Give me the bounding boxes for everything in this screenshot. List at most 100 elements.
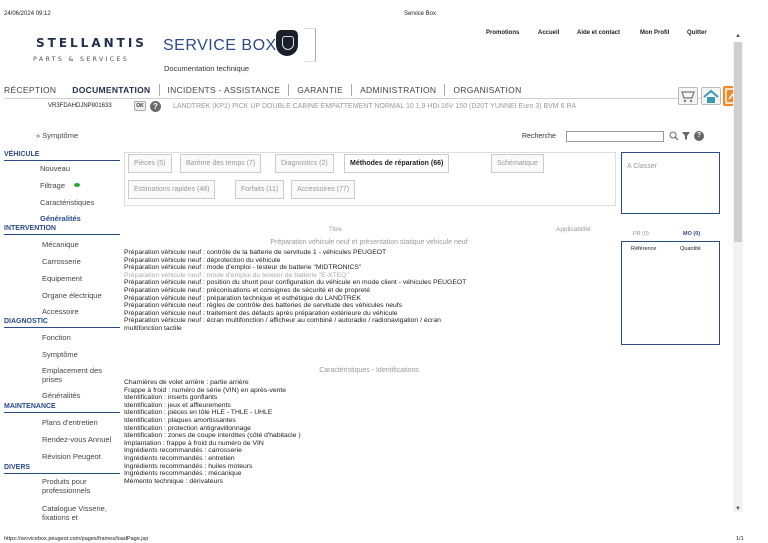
repair-method-link[interactable]: Préparation véhicule neuf : traitement d… xyxy=(124,310,398,317)
sidebar-item-accessoire[interactable]: Accessoire xyxy=(42,307,122,316)
search-icon[interactable] xyxy=(669,131,679,141)
top-link-accueil[interactable]: Accueil xyxy=(538,30,559,36)
sidebar-item-fonction[interactable]: Fonction xyxy=(42,333,122,342)
identification-link[interactable]: Identification : jeux et affleurements xyxy=(124,402,231,409)
sidebar-section-divers: DIVERS xyxy=(4,464,121,474)
section-title-preparation: Préparation véhicule neuf et présentatio… xyxy=(270,239,468,246)
logo-bracket xyxy=(304,28,316,62)
top-link-quitter[interactable]: Quitter xyxy=(687,30,707,36)
sidebar-item-caracteristiques[interactable]: Caractéristiques xyxy=(40,198,120,207)
peugeot-lion-logo xyxy=(276,30,298,56)
sidebar-section-vehicule: VÉHICULE xyxy=(4,151,122,161)
repair-method-link[interactable]: Préparation véhicule neuf : mode d'emplo… xyxy=(124,272,349,279)
vehicle-description: LANDTREK (KP1) PICK UP DOUBLE CABINE EMP… xyxy=(173,103,577,110)
tab-forfaits[interactable]: Forfaits (11) xyxy=(235,180,285,199)
main-nav: RÉCEPTION DOCUMENTATION INCIDENTS - ASSI… xyxy=(4,83,530,97)
sidebar-item-revision[interactable]: Révision Peugeot xyxy=(42,452,122,461)
help-circle-icon[interactable]: ? xyxy=(694,131,704,141)
identification-link[interactable]: Identification : inserts gonflants xyxy=(124,394,217,401)
sidebar-item-plans-entretien[interactable]: Plans d'entretien xyxy=(42,418,122,427)
sidebar-item-mecanique[interactable]: Mécanique xyxy=(42,240,122,249)
identification-link[interactable]: Ingrédients recommandés : entretien xyxy=(124,455,235,462)
identification-link[interactable]: Charnières de volet arrière : partie arr… xyxy=(124,379,249,386)
repair-method-link[interactable]: Préparation véhicule neuf : écran multif… xyxy=(124,317,441,324)
tab-schematique[interactable]: Schématique xyxy=(491,154,544,173)
basket-panel xyxy=(621,241,720,345)
tab-accessoires[interactable]: Accessoires (77) xyxy=(291,180,356,199)
service-box-subtitle: Documentation technique xyxy=(164,64,250,73)
identification-link[interactable]: Mémento technique : dérivateurs xyxy=(124,478,223,485)
sidebar-section-maintenance: MAINTENANCE xyxy=(4,403,120,413)
filtrage-status-dot xyxy=(74,183,80,187)
repair-method-link[interactable]: Préparation véhicule neuf : déprotection… xyxy=(124,257,280,264)
nav-garantie[interactable]: GARANTIE xyxy=(289,85,351,95)
top-link-promotions[interactable]: Promotions xyxy=(486,30,519,36)
search-input[interactable] xyxy=(566,131,664,142)
ok-button[interactable]: OK xyxy=(134,101,146,111)
footer-page-number: 1/1 xyxy=(736,536,744,542)
column-applicabilite: Applicabilité xyxy=(556,226,591,233)
help-icon[interactable]: ? xyxy=(150,101,161,112)
sidebar-item-nouveau[interactable]: Nouveau xyxy=(40,164,120,173)
scroll-up-arrow[interactable]: ▲ xyxy=(734,33,742,39)
sidebar-item-generalites-diag[interactable]: Généralités xyxy=(42,391,122,400)
identification-link[interactable]: Implantation : frappe à froid du numéro … xyxy=(124,440,264,447)
repair-method-link[interactable]: Préparation véhicule neuf : position du … xyxy=(124,279,466,286)
home-icon[interactable] xyxy=(701,87,721,105)
identification-link[interactable]: Identification : zones de coupe interdit… xyxy=(124,432,301,439)
scroll-down-arrow[interactable]: ▼ xyxy=(734,506,742,512)
top-link-aide[interactable]: Aide et contact xyxy=(577,30,620,36)
sidebar-item-carrosserie[interactable]: Carrosserie xyxy=(42,257,122,266)
nav-documentation[interactable]: DOCUMENTATION xyxy=(64,85,158,95)
identification-link[interactable]: Identification : pièces en tôle HLE - TH… xyxy=(124,409,272,416)
a-classer-title: A Classer xyxy=(627,163,657,170)
sidebar-item-symptome[interactable]: Symptôme xyxy=(42,350,122,359)
sidebar-item-rendez-vous[interactable]: Rendez-vous Annuel xyxy=(42,435,122,444)
service-box-title: SERVICE BOX xyxy=(163,37,277,54)
sidebar-item-produits[interactable]: Produits pour professionnels xyxy=(42,477,118,495)
nav-reception[interactable]: RÉCEPTION xyxy=(4,85,64,95)
top-link-profil[interactable]: Mon Profil xyxy=(640,30,669,36)
repair-method-link[interactable]: Préparation véhicule neuf : mode d'emplo… xyxy=(124,264,361,271)
repair-method-link[interactable]: Préparation véhicule neuf : contrôle de … xyxy=(124,249,386,256)
print-datetime: 24/06/2024 09:12 xyxy=(4,11,51,17)
sidebar-item-catalogue[interactable]: Catalogue Visserie, fixations et xyxy=(42,504,124,522)
identification-link[interactable]: Ingrédients recommandés : huiles moteurs xyxy=(124,463,252,470)
col-reference: Référence xyxy=(631,246,657,252)
nav-organisation[interactable]: ORGANISATION xyxy=(445,85,529,95)
column-titre: Titre xyxy=(329,226,342,233)
repair-method-link[interactable]: Préparation véhicule neuf : règles de co… xyxy=(124,302,402,309)
symptome-link-label: Symptôme xyxy=(42,131,79,140)
tab-pieces[interactable]: Pièces (5) xyxy=(128,154,172,173)
mo-tab[interactable]: MO (0) xyxy=(683,231,700,237)
footer-url: https://servicebox.peugeot.com/pages/fra… xyxy=(4,536,149,542)
repair-method-link[interactable]: multifonction tactile xyxy=(124,325,182,332)
pr-tab[interactable]: PR (0) xyxy=(633,231,649,237)
stellantis-tagline: PARTS & SERVICES xyxy=(33,55,130,63)
tab-bareme[interactable]: Barème des temps (7) xyxy=(180,154,262,173)
cart-icon[interactable] xyxy=(678,87,698,105)
tab-diagnostics[interactable]: Diagnostics (2) xyxy=(275,154,334,173)
identification-link[interactable]: Ingrédients recommandés : carrosserie xyxy=(124,447,242,454)
identification-link[interactable]: Ingrédients recommandés : mécanique xyxy=(124,470,242,477)
filter-icon[interactable] xyxy=(681,131,691,141)
nav-incidents[interactable]: INCIDENTS - ASSISTANCE xyxy=(160,85,289,95)
nav-administration[interactable]: ADMINISTRATION xyxy=(352,85,444,95)
tab-methodes-reparation[interactable]: Méthodes de réparation (66) xyxy=(344,154,450,173)
sidebar-item-filtrage[interactable]: Filtrage xyxy=(40,181,68,190)
sidebar-item-emplacement-prises[interactable]: Emplacement des prises xyxy=(42,366,120,384)
vin-number: VR3FDAHDJNP801633 xyxy=(48,103,112,109)
sidebar-item-organe-electrique[interactable]: Organe électrique xyxy=(42,291,122,300)
repair-method-link[interactable]: Préparation véhicule neuf : préconisatio… xyxy=(124,287,370,294)
sidebar-section-intervention: INTERVENTION xyxy=(4,225,120,235)
nav-divider xyxy=(4,98,722,99)
repair-method-link[interactable]: Préparation véhicule neuf : préparation … xyxy=(124,295,361,302)
identification-link[interactable]: Identification : plaques amortissantes xyxy=(124,417,236,424)
scrollbar-thumb[interactable] xyxy=(734,42,742,242)
identification-link[interactable]: Identification : protection antigravillo… xyxy=(124,425,251,432)
symptome-link[interactable]: » Symptôme xyxy=(36,131,78,140)
tab-estimations[interactable]: Estimations rapides (48) xyxy=(128,180,216,199)
sidebar-item-generalites[interactable]: Généralités xyxy=(40,214,120,223)
identification-link[interactable]: Frappe à froid : numéro de série (VIN) e… xyxy=(124,387,286,394)
sidebar-item-equipement[interactable]: Equipement xyxy=(42,274,122,283)
